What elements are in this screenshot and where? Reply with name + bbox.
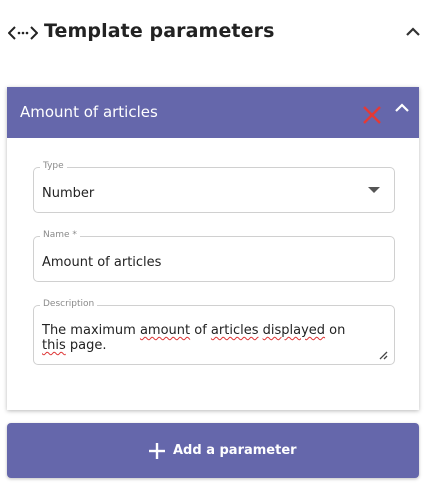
parameter-card-header[interactable]: Amount of articles — [7, 87, 419, 138]
type-label: Type — [40, 161, 67, 171]
close-icon[interactable] — [361, 104, 383, 126]
parameter-card: Amount of articles Type Number Name * Am… — [7, 87, 419, 410]
section-title: Template parameters — [44, 20, 275, 42]
type-value: Number — [42, 186, 95, 201]
name-label: Name * — [40, 230, 80, 240]
description-value: The maximum amount of articles displayed… — [42, 323, 346, 353]
plus-icon — [149, 443, 165, 459]
name-field[interactable]: Name * Amount of articles — [33, 230, 395, 282]
add-parameter-button[interactable]: Add a parameter — [7, 423, 419, 478]
type-select[interactable]: Type Number — [33, 161, 395, 213]
code-brackets-icon — [8, 26, 38, 40]
add-parameter-label: Add a parameter — [173, 443, 297, 458]
template-parameters-header: Template parameters — [0, 12, 431, 52]
caret-down-icon[interactable] — [368, 187, 380, 193]
description-field[interactable]: Description The maximum amount of articl… — [33, 299, 395, 365]
chevron-up-icon[interactable] — [392, 100, 412, 116]
resize-handle-icon[interactable] — [378, 350, 388, 360]
description-label: Description — [40, 299, 98, 309]
parameter-card-title: Amount of articles — [20, 103, 158, 121]
name-value: Amount of articles — [42, 255, 162, 270]
chevron-up-icon[interactable] — [403, 24, 423, 40]
